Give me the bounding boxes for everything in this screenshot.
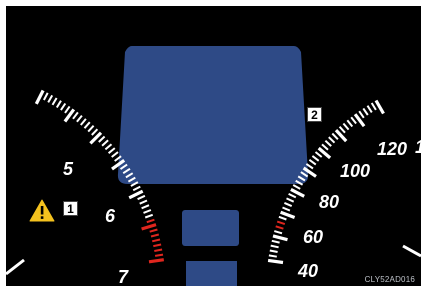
tachometer-tick	[144, 213, 154, 219]
speedometer-tick	[370, 102, 377, 111]
instrument-cluster: 5 6 7 40 60 80 100 120 1 1 2 CLY52AD016	[6, 6, 421, 286]
speedometer-tick	[269, 249, 278, 253]
tachometer-tick	[91, 128, 99, 136]
speedometer-tick	[288, 193, 297, 199]
speedometer-tick	[308, 159, 317, 166]
speedometer-label-120: 120	[377, 139, 408, 159]
tachometer-tick	[83, 121, 91, 129]
bottom-display-strip	[186, 261, 237, 286]
speedometer-tick	[346, 119, 354, 128]
speedometer-label-partial: 1	[415, 138, 421, 156]
tachometer-tick	[154, 248, 163, 252]
speedometer-label-80: 80	[319, 192, 340, 212]
speedometer-tick	[283, 201, 293, 208]
speedometer-label-60: 60	[303, 227, 324, 247]
tachometer-tick	[141, 223, 157, 231]
tachometer-tick	[51, 97, 58, 106]
multi-info-display	[117, 46, 309, 184]
speedometer-tick	[362, 107, 369, 116]
speedometer-tick	[270, 244, 279, 249]
speedometer-label-40: 40	[298, 261, 319, 281]
tachometer-tick	[80, 118, 87, 126]
tachometer-tick	[47, 94, 54, 103]
tachometer-tick	[60, 102, 67, 111]
tachometer-tick	[150, 233, 160, 238]
speedometer-tick	[268, 254, 277, 258]
tachometer-label-6: 6	[105, 206, 116, 226]
tachometer-tick	[137, 194, 146, 201]
tachometer-tick	[148, 258, 165, 264]
tachometer-tick	[101, 139, 109, 147]
speedometer-tick	[292, 184, 301, 190]
speedometer-needle	[402, 244, 421, 258]
speedometer-tick	[342, 122, 350, 131]
tachometer-tick	[72, 111, 79, 120]
tachometer-tick	[55, 100, 62, 109]
tachometer-tick	[146, 218, 155, 224]
warning-triangle-icon	[29, 199, 55, 222]
tachometer-tick	[43, 92, 49, 101]
lower-display	[182, 210, 239, 246]
tachometer-tick	[153, 243, 162, 248]
speedometer-tick	[282, 206, 291, 212]
image-code: CLY52AD016	[364, 275, 415, 284]
speedometer-tick	[331, 132, 339, 140]
tachometer-tick	[141, 204, 150, 210]
tachometer-tick	[151, 238, 161, 243]
tachometer-tick	[139, 199, 148, 205]
tachometer-label-5: 5	[63, 159, 74, 179]
speedometer-tick	[321, 143, 329, 151]
speedometer-tick	[358, 110, 365, 119]
tachometer-tick	[76, 114, 83, 123]
speedometer-tick	[314, 151, 323, 158]
tachometer-tick	[34, 89, 45, 105]
speedometer-tick	[276, 220, 286, 226]
tachometer-label-7: 7	[118, 267, 129, 286]
speedometer-tick	[280, 210, 296, 219]
tachometer-needle	[6, 258, 25, 276]
speedometer-tick	[272, 234, 288, 242]
speedometer-tick	[328, 136, 336, 144]
callout-2: 2	[307, 107, 322, 122]
tachometer-tick	[87, 125, 95, 133]
speedometer-tick	[311, 155, 320, 162]
tachometer-tick	[107, 147, 116, 154]
tachometer-tick	[143, 209, 152, 214]
speedometer-tick	[350, 116, 357, 125]
speedometer-tick	[267, 258, 284, 265]
speedometer-tick	[374, 99, 385, 115]
speedometer-label-100: 100	[340, 161, 371, 181]
tachometer-tick	[98, 135, 106, 143]
speedometer-tick	[278, 215, 287, 221]
speedometer-tick	[338, 126, 346, 134]
speedometer-tick	[271, 239, 280, 244]
speedometer-tick	[324, 139, 332, 147]
callout-1: 1	[63, 201, 78, 216]
speedometer-tick	[275, 225, 284, 230]
tachometer-tick	[149, 228, 158, 233]
speedometer-tick	[286, 197, 295, 203]
tachometer-tick	[132, 185, 141, 192]
tachometer-tick	[154, 253, 164, 257]
speedometer-tick	[366, 105, 373, 113]
tachometer-tick	[64, 105, 71, 114]
tachometer-tick	[104, 143, 113, 151]
cluster-graphics	[6, 46, 421, 286]
tachometer-tick	[111, 151, 119, 158]
speedometer-tick	[274, 230, 283, 235]
